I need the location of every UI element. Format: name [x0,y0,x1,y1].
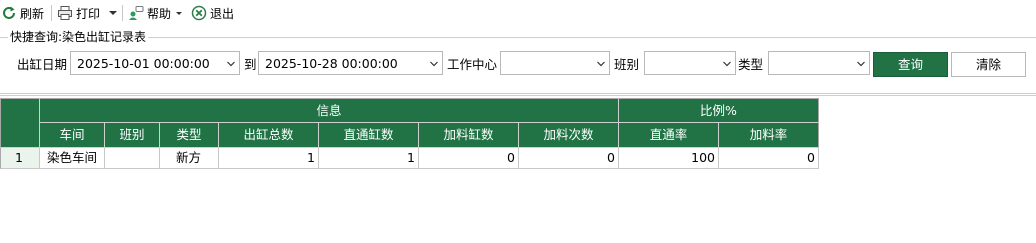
chevron-down-icon[interactable] [227,60,235,68]
row-number[interactable]: 1 [0,148,40,169]
column-header-total[interactable]: 出缸总数 [219,123,319,148]
column-header-add-count[interactable]: 加料次数 [519,123,619,148]
help-button[interactable]: 帮助 [128,4,183,22]
print-label: 打印 [76,6,101,21]
exit-button[interactable]: 退出 [191,4,234,22]
table-cell[interactable]: 0 [419,148,519,169]
help-chat-icon [128,5,144,21]
date-to-value: 2025-10-28 00:00:00 [265,56,398,71]
column-header-workshop[interactable]: 车间 [40,123,105,148]
table-cell[interactable]: 0 [519,148,619,169]
date-from-field[interactable]: 2025-10-01 00:00:00 [70,51,240,75]
refresh-button[interactable]: 刷新 [1,4,44,22]
type-select[interactable] [768,51,870,75]
search-button[interactable]: 查询 [873,52,948,77]
chevron-down-icon[interactable] [430,60,438,68]
table-cell[interactable]: 染色车间 [40,148,105,169]
table-cell[interactable]: 1 [219,148,319,169]
group-header-ratio: 比例% [619,98,819,123]
chevron-down-icon[interactable] [857,60,865,68]
column-header-type[interactable]: 类型 [160,123,219,148]
column-header-direct-rate[interactable]: 直通率 [619,123,719,148]
help-dropdown-icon[interactable] [176,11,183,15]
column-header-shift[interactable]: 班别 [105,123,160,148]
workcenter-label: 工作中心 [447,57,498,72]
print-button[interactable]: 打印 [57,4,118,22]
date-from-value: 2025-10-01 00:00:00 [77,56,210,71]
table-cell[interactable]: 新方 [160,148,219,169]
to-label: 到 [244,57,257,72]
column-header-add-rate[interactable]: 加料率 [719,123,819,148]
group-header-info: 信息 [40,98,619,123]
help-label: 帮助 [147,6,172,21]
print-dropdown-icon[interactable] [109,11,118,15]
table-cell[interactable] [105,148,160,169]
table-cell[interactable]: 1 [319,148,419,169]
grid-corner[interactable] [0,98,40,148]
refresh-label: 刷新 [20,6,45,21]
clear-button[interactable]: 清除 [951,52,1026,77]
type-label: 类型 [738,57,764,72]
exit-label: 退出 [210,6,235,21]
date-label: 出缸日期 [17,57,68,72]
query-title: 快捷查询:染色出缸记录表 [8,29,149,45]
refresh-icon [1,5,17,21]
close-circle-icon [191,5,207,21]
table-cell[interactable]: 0 [719,148,819,169]
group-divider [0,93,1036,94]
toolbar-divider [122,5,123,21]
shift-select[interactable] [644,51,736,75]
toolbar-divider [51,5,52,21]
shift-label: 班别 [614,57,640,72]
group-divider [0,37,1036,38]
workcenter-select[interactable] [500,51,610,75]
chevron-down-icon[interactable] [597,60,605,68]
table-cell[interactable]: 100 [619,148,719,169]
chevron-down-icon[interactable] [723,60,731,68]
date-to-field[interactable]: 2025-10-28 00:00:00 [258,51,443,75]
column-header-direct[interactable]: 直通缸数 [319,123,419,148]
toolbar: 刷新 打印 帮助 退出 [0,0,1036,26]
column-header-added-vats[interactable]: 加料缸数 [419,123,519,148]
printer-icon [57,5,73,21]
